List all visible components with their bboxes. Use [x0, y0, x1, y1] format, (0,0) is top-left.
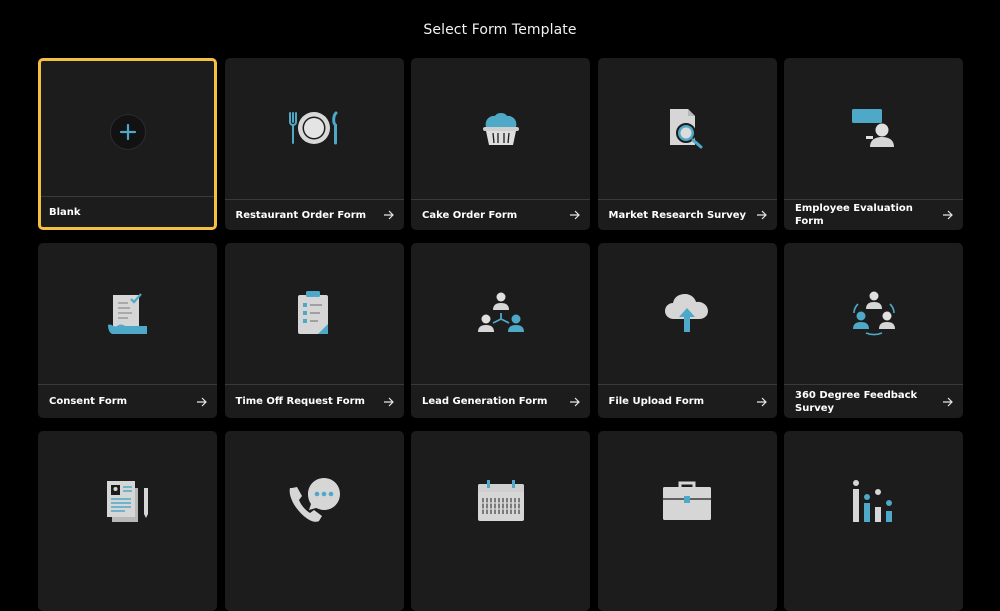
template-grid: Blank Restaurant Order Form Cake Order F…: [38, 58, 963, 611]
page-title: Select Form Template: [423, 22, 577, 38]
arrow-right-icon: [570, 397, 580, 406]
cupcake-icon: [482, 113, 519, 145]
template-card-bar-chart[interactable]: [784, 431, 963, 611]
template-card-market-research[interactable]: Market Research Survey: [597, 58, 777, 230]
template-label: Blank: [49, 206, 81, 218]
resume-document-icon: [106, 481, 148, 522]
template-card-360-feedback[interactable]: 360 Degree Feedback Survey: [784, 243, 963, 418]
template-card-lead-generation[interactable]: Lead Generation Form: [411, 243, 590, 418]
template-card-file-upload[interactable]: File Upload Form: [597, 243, 777, 418]
template-label: Lead Generation Form: [422, 396, 548, 407]
presenter-icon: [851, 109, 894, 147]
template-card-phone-chat[interactable]: [224, 431, 404, 611]
template-label: Consent Form: [49, 396, 128, 407]
template-label: Market Research Survey: [608, 209, 747, 221]
arrow-right-icon: [943, 397, 953, 406]
cloud-upload-icon: [665, 294, 708, 332]
bar-chart-icon: [852, 480, 892, 522]
template-card-cake-order[interactable]: Cake Order Form: [411, 58, 590, 230]
template-label: File Upload Form: [608, 396, 705, 407]
template-label: Restaurant Order Form: [235, 209, 367, 221]
template-card-blank[interactable]: Blank: [38, 58, 217, 230]
calendar-icon: [477, 480, 524, 521]
template-card-briefcase[interactable]: [597, 431, 777, 611]
briefcase-icon: [663, 481, 711, 520]
arrow-right-icon: [197, 397, 207, 406]
template-label: Time Off Request Form: [235, 396, 365, 407]
template-card-time-off[interactable]: Time Off Request Form: [224, 243, 404, 418]
people-network-icon: [477, 292, 524, 332]
template-card-restaurant-order[interactable]: Restaurant Order Form: [224, 58, 404, 230]
arrow-right-icon: [383, 210, 394, 220]
signed-document-icon: [107, 293, 147, 334]
template-label: Employee Evaluation Form: [795, 203, 913, 227]
arrow-right-icon: [756, 210, 767, 220]
template-card-calendar[interactable]: [411, 431, 590, 611]
template-label: 360 Degree Feedback Survey: [795, 389, 918, 414]
plus-icon: [109, 114, 146, 150]
plate-cutlery-icon: [289, 111, 338, 145]
arrow-right-icon: [570, 210, 580, 220]
template-card-employee-evaluation[interactable]: Employee Evaluation Form: [784, 58, 963, 230]
template-card-resume[interactable]: [38, 431, 217, 611]
clipboard-checklist-icon: [298, 291, 328, 334]
template-card-consent[interactable]: Consent Form: [38, 243, 217, 418]
template-label: Cake Order Form: [422, 209, 518, 221]
arrow-right-icon: [383, 397, 394, 406]
arrow-right-icon: [943, 210, 953, 220]
people-cycle-icon: [852, 291, 895, 336]
document-magnifier-icon: [670, 109, 703, 149]
phone-chat-icon: [289, 478, 340, 522]
arrow-right-icon: [756, 397, 767, 406]
